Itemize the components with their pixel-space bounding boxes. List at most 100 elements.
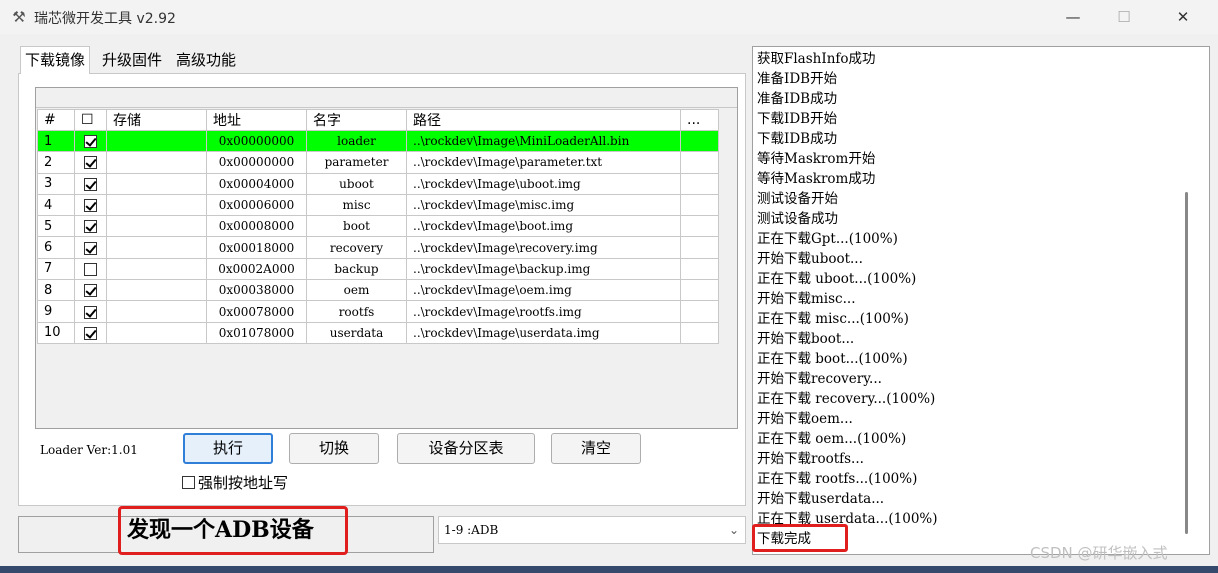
table-row[interactable]: 7 0x0002A000 backup ..\rockdev\Image\backup… [37, 257, 719, 281]
table-row[interactable]: 4 0x00006000 misc ..\rockdev\Image\misc.img [37, 193, 719, 217]
row-browse[interactable] [680, 215, 719, 238]
row-browse[interactable] [680, 257, 719, 281]
row-checkbox[interactable] [74, 215, 107, 238]
row-checkbox[interactable] [74, 236, 107, 259]
row-index: 4 [37, 193, 75, 217]
checked-checkbox-icon[interactable] [84, 199, 97, 213]
row-index: 10 [37, 321, 75, 344]
log-line: 开始下载misc... [757, 291, 856, 307]
row-index: 9 [37, 300, 75, 323]
table-row[interactable]: 8 0x00038000 oem ..\rockdev\Image\oem.img [37, 279, 719, 302]
row-browse[interactable] [680, 151, 719, 174]
taskbar-strip [0, 566, 1218, 573]
row-address: 0x00000000 [206, 151, 307, 174]
row-address: 0x00008000 [206, 215, 307, 238]
checked-checkbox-icon[interactable] [84, 326, 97, 340]
row-browse[interactable] [680, 236, 719, 259]
log-line: 正在下载 misc...(100%) [757, 311, 909, 327]
image-table: # ☐ 存储 地址 名字 路径 ... 1 0x00000000 loader ..\… [37, 109, 719, 344]
force-write-label: 强制按地址写 [198, 474, 289, 492]
row-name: oem [306, 279, 407, 302]
row-address: 0x0002A000 [206, 257, 307, 281]
row-checkbox[interactable] [74, 321, 107, 344]
switch-button[interactable]: 切换 [289, 433, 379, 464]
log-line: 开始下载boot... [757, 331, 855, 347]
row-storage [106, 279, 207, 302]
table-row[interactable]: 10 0x01078000 userdata ..\rockdev\Image\use… [37, 321, 719, 344]
row-path: ..\rockdev\Image\boot.img [406, 215, 681, 238]
row-checkbox[interactable] [74, 151, 107, 174]
log-scrollbar[interactable] [1185, 192, 1188, 534]
checked-checkbox-icon[interactable] [84, 156, 97, 170]
log-line: 测试设备开始 [757, 191, 838, 207]
checked-checkbox-icon[interactable] [84, 220, 97, 234]
close-button[interactable]: ✕ [1160, 0, 1206, 34]
row-checkbox[interactable] [74, 300, 107, 323]
row-address: 0x00006000 [206, 193, 307, 217]
clear-button[interactable]: 清空 [551, 433, 641, 464]
row-name: loader [306, 129, 407, 153]
unchecked-checkbox-icon[interactable] [84, 262, 97, 276]
row-path: ..\rockdev\Image\backup.img [406, 257, 681, 281]
force-write-checkbox[interactable]: 强制按地址写 [182, 472, 288, 493]
tab-advanced[interactable]: 高级功能 [172, 48, 240, 72]
checked-checkbox-icon[interactable] [84, 241, 97, 255]
table-row[interactable]: 6 0x00018000 recovery ..\rockdev\Image\reco… [37, 236, 719, 259]
row-path: ..\rockdev\Image\rootfs.img [406, 300, 681, 323]
log-line: 开始下载oem... [757, 411, 853, 427]
log-panel[interactable]: 获取FlashInfo成功 准备IDB开始 准备IDB成功 下载IDB开始 下载IDB成… [752, 46, 1210, 555]
row-checkbox[interactable] [74, 172, 107, 195]
checked-checkbox-icon[interactable] [84, 135, 97, 149]
minimize-button[interactable]: — [1050, 0, 1096, 34]
row-index: 7 [37, 257, 75, 281]
image-table-box: # ☐ 存储 地址 名字 路径 ... 1 0x00000000 loader ..\… [35, 87, 738, 429]
row-browse[interactable] [680, 129, 719, 153]
execute-button[interactable]: 执行 [183, 433, 273, 464]
row-storage [106, 193, 207, 217]
col-address-header: 地址 [206, 109, 307, 131]
col-check-header[interactable]: ☐ [74, 109, 107, 131]
row-name: rootfs [306, 300, 407, 323]
row-checkbox[interactable] [74, 129, 107, 153]
checked-checkbox-icon[interactable] [84, 305, 97, 319]
table-row[interactable]: 9 0x00078000 rootfs ..\rockdev\Image\rootfs… [37, 300, 719, 323]
row-checkbox[interactable] [74, 193, 107, 217]
tab-upgrade-firmware[interactable]: 升级固件 [98, 48, 166, 72]
tab-download-image[interactable]: 下载镜像 [20, 46, 91, 74]
row-index: 1 [37, 129, 75, 153]
maximize-button[interactable]: ☐ [1101, 0, 1147, 34]
col-path-header: 路径 [406, 109, 681, 131]
row-address: 0x00078000 [206, 300, 307, 323]
table-row[interactable]: 5 0x00008000 boot ..\rockdev\Image\boot.img [37, 215, 719, 238]
row-path: ..\rockdev\Image\parameter.txt [406, 151, 681, 174]
table-row[interactable]: 3 0x00004000 uboot ..\rockdev\Image\uboot.i… [37, 172, 719, 195]
table-row[interactable]: 1 0x00000000 loader ..\rockdev\Image\MiniLo… [37, 129, 719, 153]
row-browse[interactable] [680, 172, 719, 195]
row-browse[interactable] [680, 300, 719, 323]
chevron-down-icon[interactable]: ⌄ [729, 517, 739, 543]
checked-checkbox-icon[interactable] [84, 284, 97, 298]
row-path: ..\rockdev\Image\misc.img [406, 193, 681, 217]
checked-checkbox-icon[interactable] [84, 177, 97, 191]
row-name: misc [306, 193, 407, 217]
row-name: userdata [306, 321, 407, 344]
watermark: CSDN @研华嵌入式 [1030, 544, 1168, 562]
checkbox-icon[interactable] [182, 476, 195, 489]
device-select[interactable]: 1-9 :ADB ⌄ [438, 516, 746, 544]
partition-table-button[interactable]: 设备分区表 [397, 433, 535, 464]
row-checkbox[interactable] [74, 279, 107, 302]
row-name: backup [306, 257, 407, 281]
log-line: 开始下载userdata... [757, 491, 885, 507]
row-address: 0x00004000 [206, 172, 307, 195]
row-browse[interactable] [680, 193, 719, 217]
row-index: 6 [37, 236, 75, 259]
status-message: 发现一个ADB设备 [118, 506, 348, 555]
row-address: 0x00038000 [206, 279, 307, 302]
row-browse[interactable] [680, 279, 719, 302]
table-row[interactable]: 2 0x00000000 parameter ..\rockdev\Image\par… [37, 151, 719, 174]
log-line: 正在下载Gpt...(100%) [757, 231, 898, 247]
row-checkbox[interactable] [74, 257, 107, 281]
row-storage [106, 172, 207, 195]
row-browse[interactable] [680, 321, 719, 344]
table-toolbar [36, 88, 737, 108]
